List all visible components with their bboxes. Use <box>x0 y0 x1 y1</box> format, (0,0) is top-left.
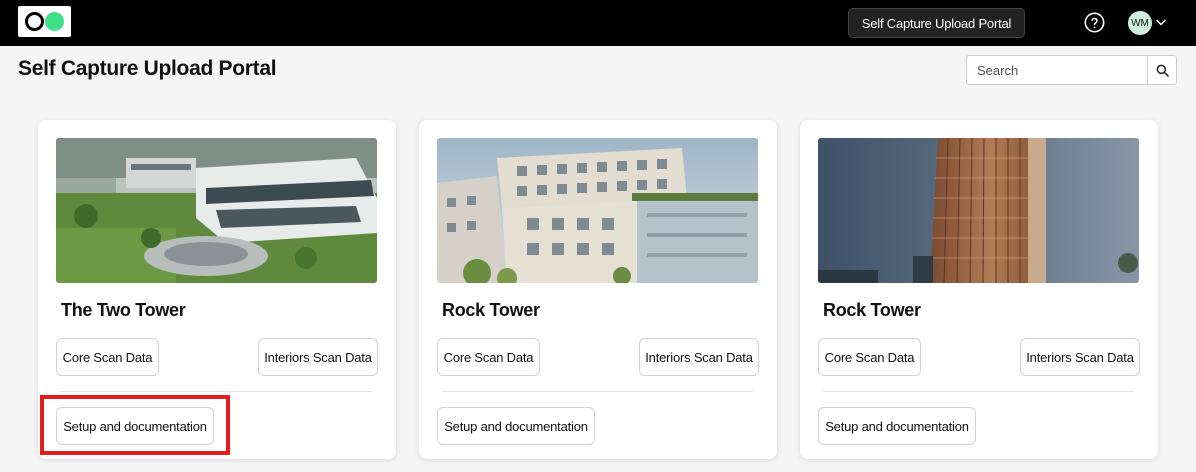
interiors-scan-data-button[interactable]: Interiors Scan Data <box>1020 338 1140 376</box>
page-title: Self Capture Upload Portal <box>18 57 277 80</box>
project-image[interactable] <box>437 138 758 283</box>
core-scan-data-button[interactable]: Core Scan Data <box>56 338 159 376</box>
logo[interactable] <box>18 6 71 37</box>
search-input[interactable] <box>967 56 1148 84</box>
core-scan-data-button[interactable]: Core Scan Data <box>437 338 540 376</box>
setup-and-documentation-button[interactable]: Setup and documentation <box>437 407 595 445</box>
project-title: Rock Tower <box>823 300 921 320</box>
interiors-scan-data-button[interactable]: Interiors Scan Data <box>639 338 759 376</box>
portal-button[interactable]: Self Capture Upload Portal <box>848 8 1025 38</box>
chevron-down-icon[interactable] <box>1155 17 1167 27</box>
search-box <box>966 55 1177 85</box>
project-image[interactable] <box>56 138 377 283</box>
highlight-box <box>40 395 230 455</box>
interiors-scan-data-button[interactable]: Interiors Scan Data <box>258 338 378 376</box>
logo-green-circle-icon <box>45 12 64 31</box>
divider <box>442 391 753 392</box>
user-avatar[interactable]: WM <box>1128 11 1152 35</box>
project-title: Rock Tower <box>442 300 540 320</box>
logo-circle-icon <box>25 12 44 31</box>
search-icon <box>1156 64 1169 77</box>
divider <box>61 391 372 392</box>
project-card: Rock Tower Core Scan Data Interiors Scan… <box>419 120 777 459</box>
top-navigation-bar: Self Capture Upload Portal WM <box>0 0 1196 46</box>
core-scan-data-button[interactable]: Core Scan Data <box>818 338 921 376</box>
search-button[interactable] <box>1147 56 1177 84</box>
setup-and-documentation-button[interactable]: Setup and documentation <box>818 407 976 445</box>
project-card: Rock Tower Core Scan Data Interiors Scan… <box>800 120 1158 459</box>
project-title: The Two Tower <box>61 300 186 320</box>
project-image[interactable] <box>818 138 1139 283</box>
divider <box>823 391 1134 392</box>
help-icon[interactable] <box>1084 12 1105 33</box>
